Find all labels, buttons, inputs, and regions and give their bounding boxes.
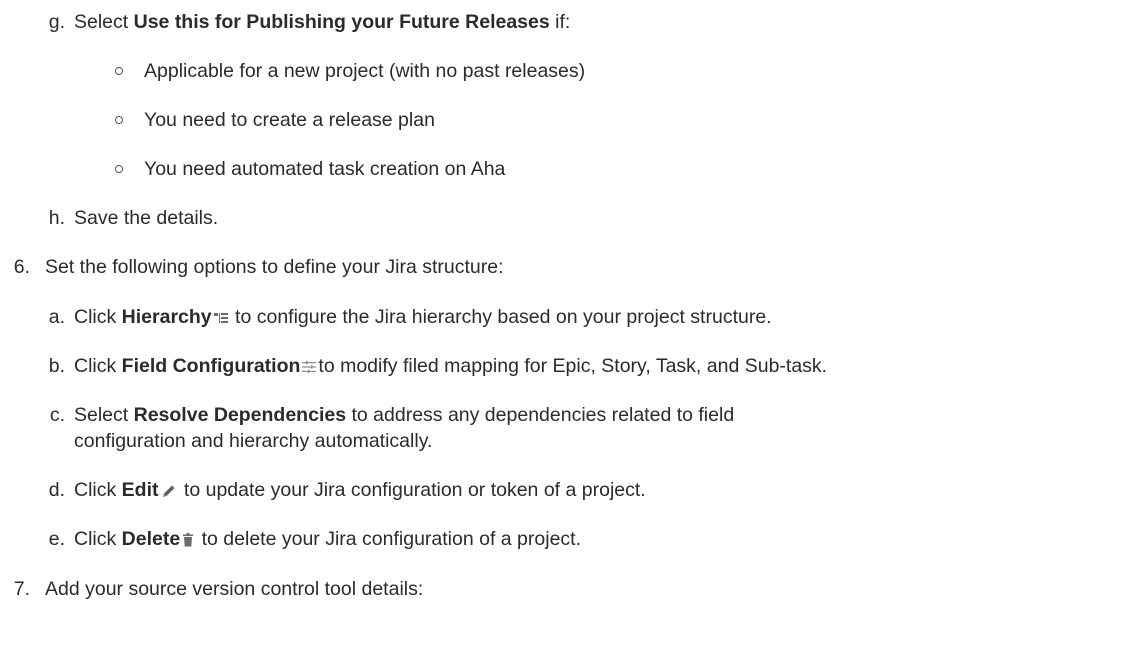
bullet-text: You need to create a release plan [144,109,435,131]
pencil-icon [161,483,177,499]
field-configuration-icon [302,360,317,373]
text-post: to modify filed mapping for Epic, Story,… [318,355,828,377]
text-post: to address any dependencies related to f… [346,404,735,426]
bullet-text: Applicable for a new project (with no pa… [144,60,586,82]
list-marker: e. [48,528,65,550]
text-post: if: [549,11,571,33]
text-pre: Click [74,479,122,501]
bold-term: Hierarchy [121,306,212,328]
text-pre: Click [74,355,122,377]
list-item-text: Click Edit to update your Jira configura… [74,477,646,503]
bold-term: Resolve Dependencies [133,404,347,426]
bold-term: Delete [121,528,181,550]
list-marker: c. [49,404,65,426]
circle-bullet-icon [115,165,123,173]
list-marker: b. [48,355,65,377]
list-item-text: Click Hierarchy to configure the Jira hi… [74,304,772,330]
list-item-text: Add your source version control tool det… [45,578,424,600]
list-item-text: configuration and hierarchy automaticall… [74,430,433,452]
list-marker: 6. [13,256,30,278]
text-pre: Select [74,404,134,426]
trash-icon [182,532,194,547]
text-pre: Click [74,528,122,550]
text-post: to update your Jira configuration or tok… [178,479,646,501]
list-item-text: Click Delete to delete your Jira configu… [74,526,581,552]
bullet-text: You need automated task creation on Aha [144,158,506,180]
list-marker: d. [48,479,65,501]
text-post: to delete your Jira configuration of a p… [196,528,582,550]
text-post: to configure the Jira hierarchy based on… [229,306,772,328]
list-item-text: Set the following options to define your… [45,256,504,278]
bold-term: Use this for Publishing your Future Rele… [133,11,550,33]
list-marker: 7. [13,578,30,600]
text-pre: Click [74,306,122,328]
list-item-text: Save the details. [74,207,219,229]
bold-term: Field Configuration [121,355,301,377]
hierarchy-icon [213,312,228,324]
circle-bullet-icon [115,116,123,124]
circle-bullet-icon [115,67,123,75]
list-marker: a. [48,306,65,328]
list-item-text: Select Use this for Publishing your Futu… [74,9,570,35]
list-item-text: Click Field Configuration to modify filed… [74,353,827,379]
list-marker: h. [48,207,65,229]
bold-term: Edit [121,479,159,501]
text-pre: Select [74,11,134,33]
list-item-text: Select Resolve Dependencies to address a… [74,402,734,428]
list-marker: g. [48,11,65,33]
